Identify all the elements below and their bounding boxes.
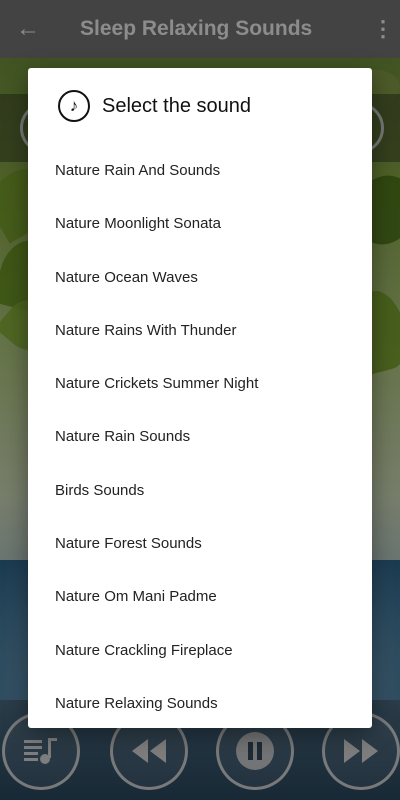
sound-list: Nature Rain And Sounds Nature Moonlight … bbox=[28, 144, 372, 730]
music-note-icon: ♪ bbox=[58, 90, 90, 122]
sound-item[interactable]: Nature Crackling Fireplace bbox=[28, 624, 372, 677]
sound-item[interactable]: Nature Ocean Waves bbox=[28, 251, 372, 304]
sound-item[interactable]: Nature Relaxing Sounds bbox=[28, 677, 372, 730]
sound-item[interactable]: Nature Om Mani Padme bbox=[28, 570, 372, 623]
dialog-header: ♪ Select the sound bbox=[28, 68, 372, 144]
sound-item[interactable]: Nature Forest Sounds bbox=[28, 517, 372, 570]
sound-item[interactable]: Nature Moonlight Sonata bbox=[28, 197, 372, 250]
sound-item[interactable]: Nature Crickets Summer Night bbox=[28, 357, 372, 410]
sound-item[interactable]: Birds Sounds bbox=[28, 464, 372, 517]
sound-item[interactable]: Nature Rain And Sounds bbox=[28, 144, 372, 197]
select-sound-dialog: ♪ Select the sound Nature Rain And Sound… bbox=[28, 68, 372, 728]
sound-item[interactable]: Nature Rain Sounds bbox=[28, 410, 372, 463]
sound-item[interactable]: Nature Rains With Thunder bbox=[28, 304, 372, 357]
dialog-title: Select the sound bbox=[102, 94, 251, 117]
